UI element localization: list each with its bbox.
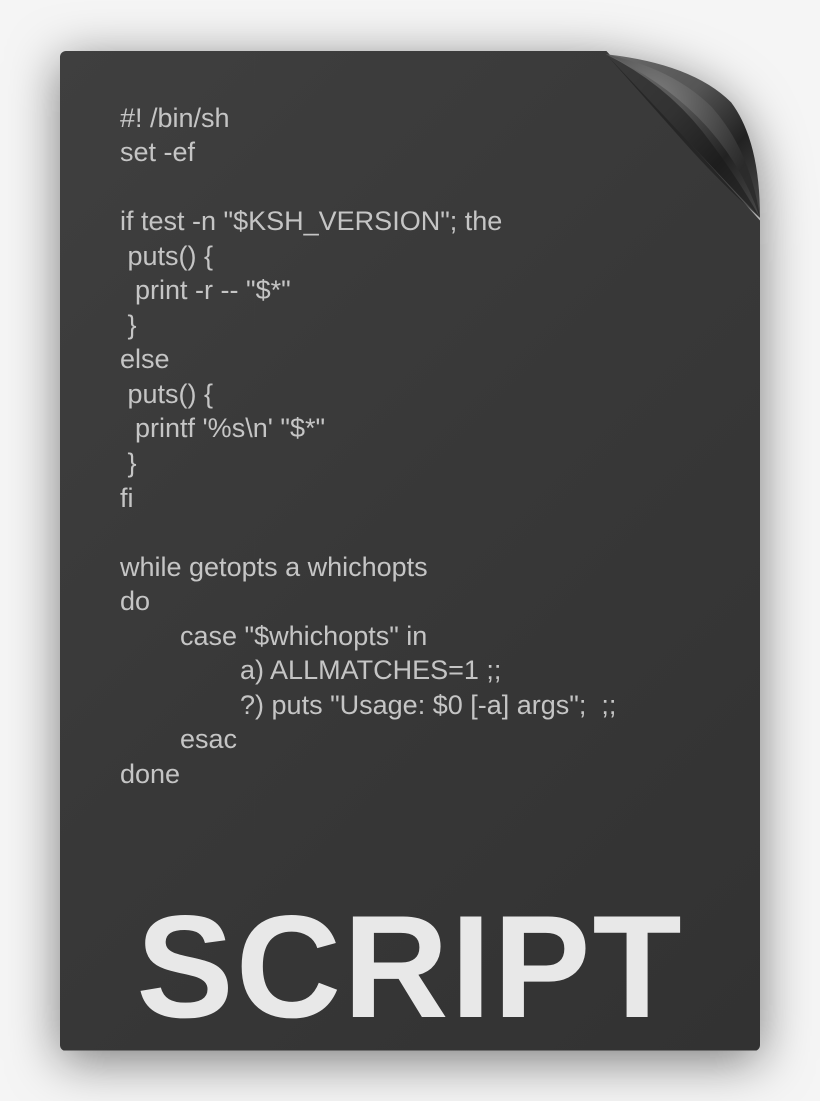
file-type-label: SCRIPT — [60, 883, 760, 1051]
script-document-icon: #! /bin/sh set -ef if test -n "$KSH_VERS… — [60, 51, 760, 1051]
script-code-text: #! /bin/sh set -ef if test -n "$KSH_VERS… — [120, 101, 740, 792]
document-page: #! /bin/sh set -ef if test -n "$KSH_VERS… — [60, 51, 760, 1051]
